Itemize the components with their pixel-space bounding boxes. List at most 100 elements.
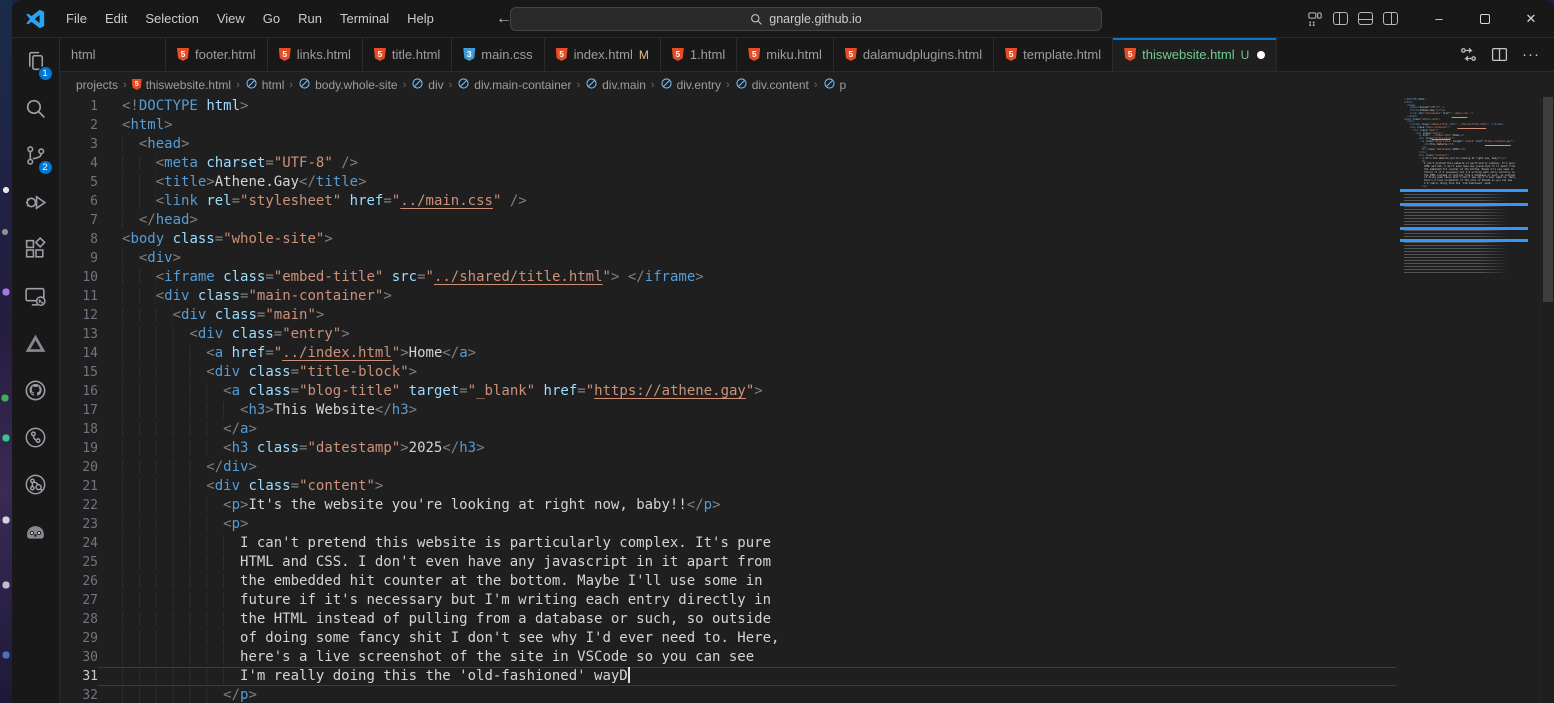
breadcrumb-item-body-whole-site[interactable]: body.whole-site	[298, 77, 398, 93]
toggle-panel-button[interactable]	[1358, 12, 1373, 25]
code-line: 6 <link rel="stylesheet" href="../main.c…	[60, 192, 1396, 211]
menu-run[interactable]: Run	[290, 7, 330, 30]
line-number: 27	[60, 591, 98, 610]
code-line: 10 <iframe class="embed-title" src="../s…	[60, 268, 1396, 287]
github-icon	[23, 378, 48, 408]
breadcrumb-item-div-entry[interactable]: div.entry	[660, 77, 721, 93]
code-line: 4 <meta charset="UTF-8" />	[60, 154, 1396, 173]
tab-1-html[interactable]: 51.html	[661, 38, 737, 71]
tab-miku-html[interactable]: 5miku.html	[737, 38, 834, 71]
activity-item-godot-tools[interactable]	[14, 512, 58, 556]
minimap-link-highlight	[1400, 189, 1528, 192]
minimize-button[interactable]: –	[1416, 0, 1462, 37]
menu-selection[interactable]: Selection	[137, 7, 206, 30]
breadcrumb-item-projects[interactable]: projects	[76, 78, 118, 92]
breadcrumb-item-div[interactable]: div	[411, 77, 443, 93]
tab-label: html	[71, 47, 96, 62]
breadcrumb-item-div-main-container[interactable]: div.main-container	[457, 77, 571, 93]
activity-item-source-control[interactable]: 2	[14, 136, 58, 180]
activity-item-remote-explorer[interactable]	[14, 277, 58, 321]
code-line: 9 <div>	[60, 249, 1396, 268]
code-line: 24 I can't pretend this website is parti…	[60, 534, 1396, 553]
extensions-icon	[23, 237, 48, 267]
code-editor[interactable]: 1<!DOCTYPE html>2<html>3 <head>4 <meta c…	[60, 97, 1396, 703]
line-number: 13	[60, 325, 98, 344]
toggle-primary-sidebar-button[interactable]	[1333, 12, 1348, 25]
activity-item-run-debug[interactable]	[14, 183, 58, 227]
symbol-icon	[457, 77, 470, 93]
tab-footer-html[interactable]: 5footer.html	[166, 38, 268, 71]
menu-edit[interactable]: Edit	[97, 7, 135, 30]
breadcrumb-item-div-main[interactable]: div.main	[585, 77, 646, 93]
activity-item-search[interactable]	[14, 89, 58, 133]
text-cursor	[628, 667, 630, 683]
breadcrumb-item-thiswebsite-html[interactable]: 5thiswebsite.html	[132, 78, 231, 92]
html-file-icon: 5	[132, 79, 142, 90]
menu-view[interactable]: View	[209, 7, 253, 30]
code-line: 21 <div class="content">	[60, 477, 1396, 496]
tab-template-html[interactable]: 5 template.html	[994, 38, 1113, 71]
maximize-button[interactable]	[1462, 0, 1508, 37]
breadcrumb-item-div-content[interactable]: div.content	[735, 77, 809, 93]
tab-index-html[interactable]: 5index.htmlM	[545, 38, 661, 71]
code-line: 30 here's a live screenshot of the site …	[60, 648, 1396, 667]
activity-item-extension-triangle[interactable]	[14, 324, 58, 368]
html-file-icon: 5	[177, 48, 189, 61]
code-line: 15 <div class="title-block">	[60, 363, 1396, 382]
menu-help[interactable]: Help	[399, 7, 442, 30]
line-number: 7	[60, 211, 98, 230]
breadcrumb-label: div.entry	[677, 78, 721, 92]
tab-html[interactable]: html	[60, 38, 166, 71]
breadcrumb-label: body.whole-site	[315, 78, 398, 92]
line-number: 21	[60, 477, 98, 496]
tab-title-html[interactable]: 5title.html	[363, 38, 452, 71]
activity-item-github[interactable]	[14, 371, 58, 415]
tab-dalamudplugins-html[interactable]: 5dalamudplugins.html	[834, 38, 994, 71]
breadcrumb-label: projects	[76, 78, 118, 92]
tab-label: thiswebsite.html	[1142, 47, 1234, 62]
line-number: 9	[60, 249, 98, 268]
chevron-right-icon: ›	[449, 79, 453, 91]
scrollbar-thumb[interactable]	[1543, 97, 1553, 302]
activity-item-extensions[interactable]	[14, 230, 58, 274]
split-editor-icon[interactable]	[1491, 46, 1508, 63]
chevron-right-icon: ›	[576, 79, 580, 91]
code-line: 23 <p>	[60, 515, 1396, 534]
line-number: 29	[60, 629, 98, 648]
open-changes-icon[interactable]	[1460, 46, 1477, 63]
html-file-icon: 5	[1005, 48, 1017, 61]
minimap[interactable]: <!DOCTYPE html><html> <head> <meta chars…	[1396, 97, 1540, 703]
command-center-search[interactable]: gnargle.github.io	[510, 7, 1102, 31]
more-actions-button[interactable]: ···	[1522, 46, 1540, 63]
activity-item-gitlens[interactable]	[14, 418, 58, 462]
line-number: 25	[60, 553, 98, 572]
code-line: 8<body class="whole-site">	[60, 230, 1396, 249]
tab-main-css[interactable]: 3main.css	[452, 38, 544, 71]
line-number: 19	[60, 439, 98, 458]
code-line: 3 <head>	[60, 135, 1396, 154]
tab-label: template.html	[1023, 47, 1101, 62]
toggle-secondary-sidebar-button[interactable]	[1383, 12, 1398, 25]
menu-bar: FileEditSelectionViewGoRunTerminalHelp	[58, 7, 442, 30]
line-number: 24	[60, 534, 98, 553]
vertical-scrollbar[interactable]	[1540, 97, 1554, 703]
tab-label: main.css	[481, 47, 532, 62]
menu-go[interactable]: Go	[255, 7, 288, 30]
html-file-icon: 5	[374, 48, 386, 61]
breadcrumb-item-p[interactable]: p	[823, 77, 847, 93]
symbol-icon	[245, 77, 258, 93]
menu-file[interactable]: File	[58, 7, 95, 30]
activity-item-git-graph[interactable]	[14, 465, 58, 509]
unsaved-dot-icon[interactable]	[1257, 51, 1265, 59]
menu-terminal[interactable]: Terminal	[332, 7, 397, 30]
line-number: 22	[60, 496, 98, 515]
tab-thiswebsite-html[interactable]: 5thiswebsite.htmlU	[1113, 38, 1277, 71]
customize-layout-button[interactable]	[1307, 12, 1323, 26]
close-button[interactable]: ✕	[1508, 0, 1554, 37]
vscode-window: FileEditSelectionViewGoRunTerminalHelp ←…	[12, 0, 1554, 703]
minimap-link-highlight	[1400, 239, 1528, 242]
tab-links-html[interactable]: 5links.html	[268, 38, 363, 71]
line-number: 6	[60, 192, 98, 211]
activity-item-explorer[interactable]: 1	[14, 42, 58, 86]
breadcrumb-item-html[interactable]: html	[245, 77, 285, 93]
